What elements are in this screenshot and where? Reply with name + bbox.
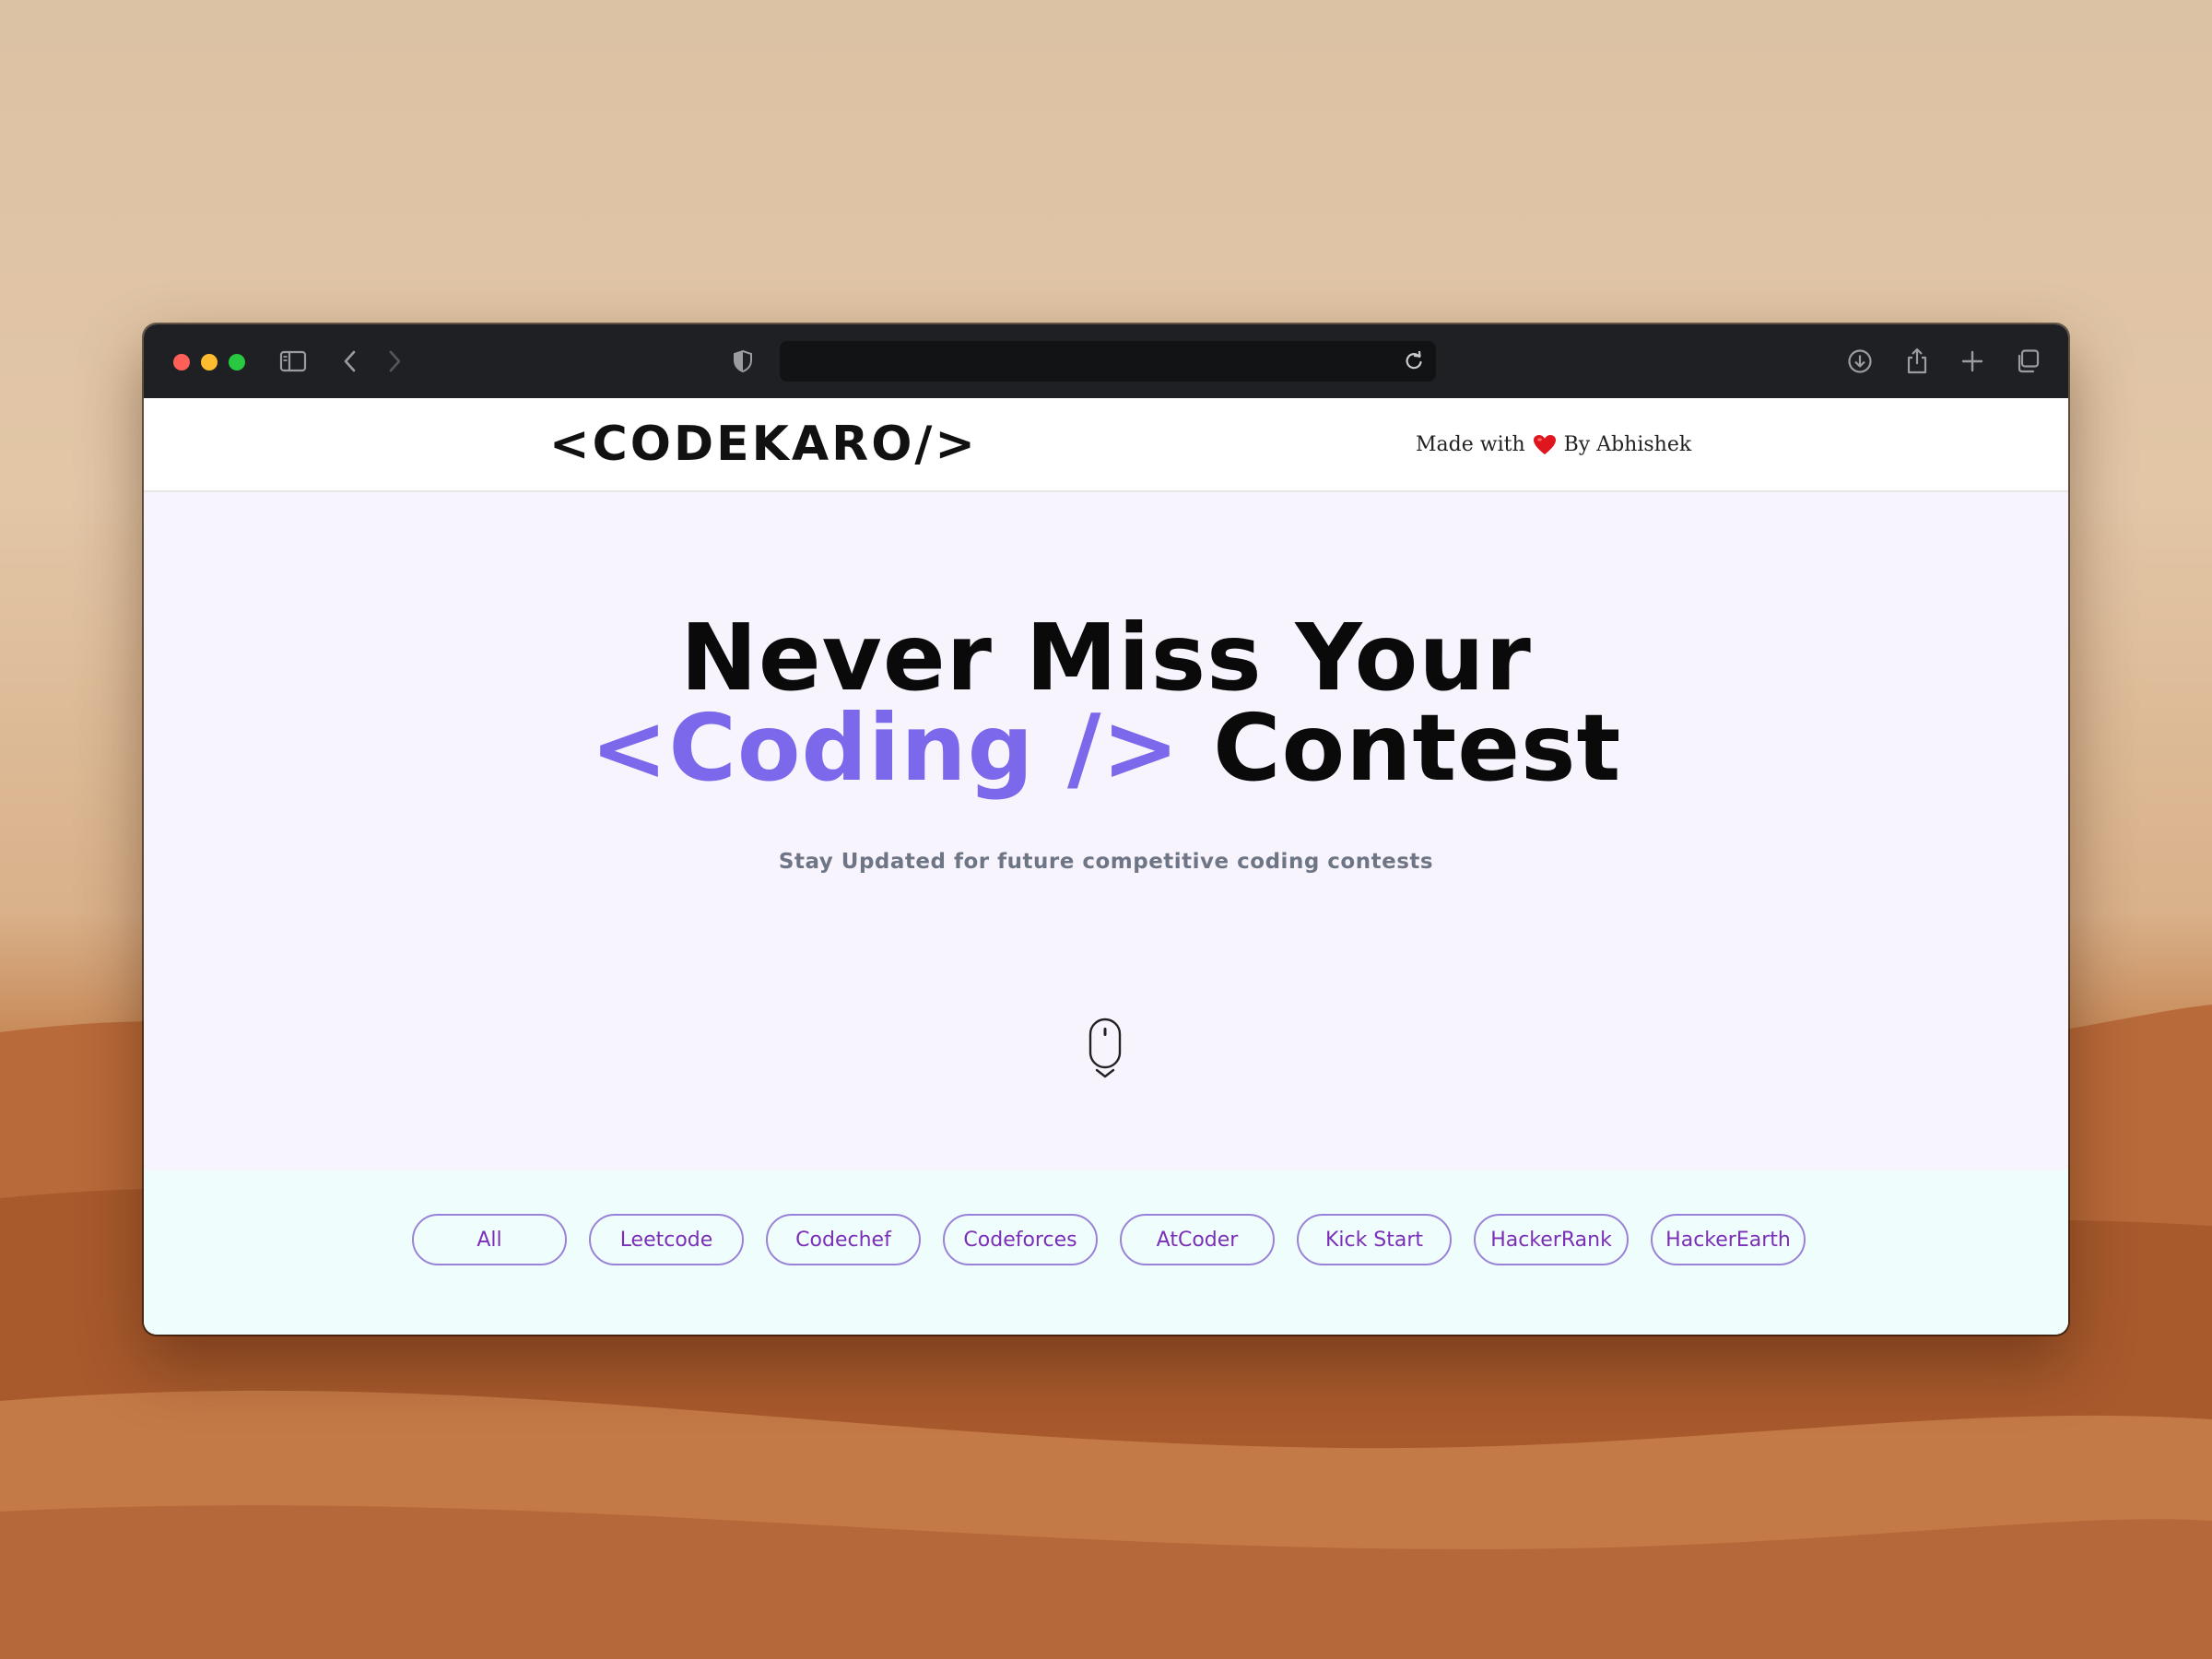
made-with-label: Made with [1416,433,1525,456]
filter-all-button[interactable]: All [412,1214,567,1265]
filter-kick-start-button[interactable]: Kick Start [1297,1214,1452,1265]
browser-toolbar [144,324,2068,399]
reload-icon[interactable] [1399,347,1429,376]
new-tab-icon[interactable] [1956,345,1989,378]
made-with-credit: Made with By Abhishek [1416,433,1691,456]
hero-subtitle: Stay Updated for future competitive codi… [778,850,1434,874]
filter-leetcode-button[interactable]: Leetcode [589,1214,744,1265]
browser-window: <CODEKARO/> Made with By Abhishek Never … [144,324,2068,1335]
site-logo[interactable]: <CODEKARO/> [549,417,978,472]
back-icon[interactable] [334,345,367,378]
platform-filter-bar: All Leetcode Codechef Codeforces AtCoder… [144,1171,2068,1335]
forward-icon[interactable] [378,345,411,378]
site-header: <CODEKARO/> Made with By Abhishek [144,398,2068,492]
scroll-down-mouse-icon[interactable] [1088,1018,1124,1080]
filter-codechef-button[interactable]: Codechef [766,1214,921,1265]
hero-section: Never Miss Your <Coding /> Contest Stay … [144,492,2068,1171]
filter-hackerrank-button[interactable]: HackerRank [1474,1214,1629,1265]
maximize-window-button[interactable] [229,354,245,371]
filter-hackerearth-button[interactable]: HackerEarth [1651,1214,1806,1265]
sidebar-icon[interactable] [276,345,310,378]
tabs-overview-icon[interactable] [2011,345,2044,378]
minimize-window-button[interactable] [201,354,218,371]
close-window-button[interactable] [173,354,190,371]
share-icon[interactable] [1900,345,1934,378]
shield-icon[interactable] [726,345,759,378]
author-label: By Abhishek [1563,433,1692,456]
hero-heading-line1: Never Miss Your [680,604,1532,712]
filter-atcoder-button[interactable]: AtCoder [1120,1214,1275,1265]
web-page: <CODEKARO/> Made with By Abhishek Never … [144,398,2068,1335]
heart-icon [1533,434,1557,456]
filter-codeforces-button[interactable]: Codeforces [943,1214,1098,1265]
address-bar[interactable] [780,341,1436,382]
hero-heading-accent: <Coding /> [590,694,1181,802]
hero-heading-rest: Contest [1180,694,1622,802]
download-icon[interactable] [1843,345,1877,378]
hero-heading-line2: <Coding /> Contest [144,702,2068,794]
